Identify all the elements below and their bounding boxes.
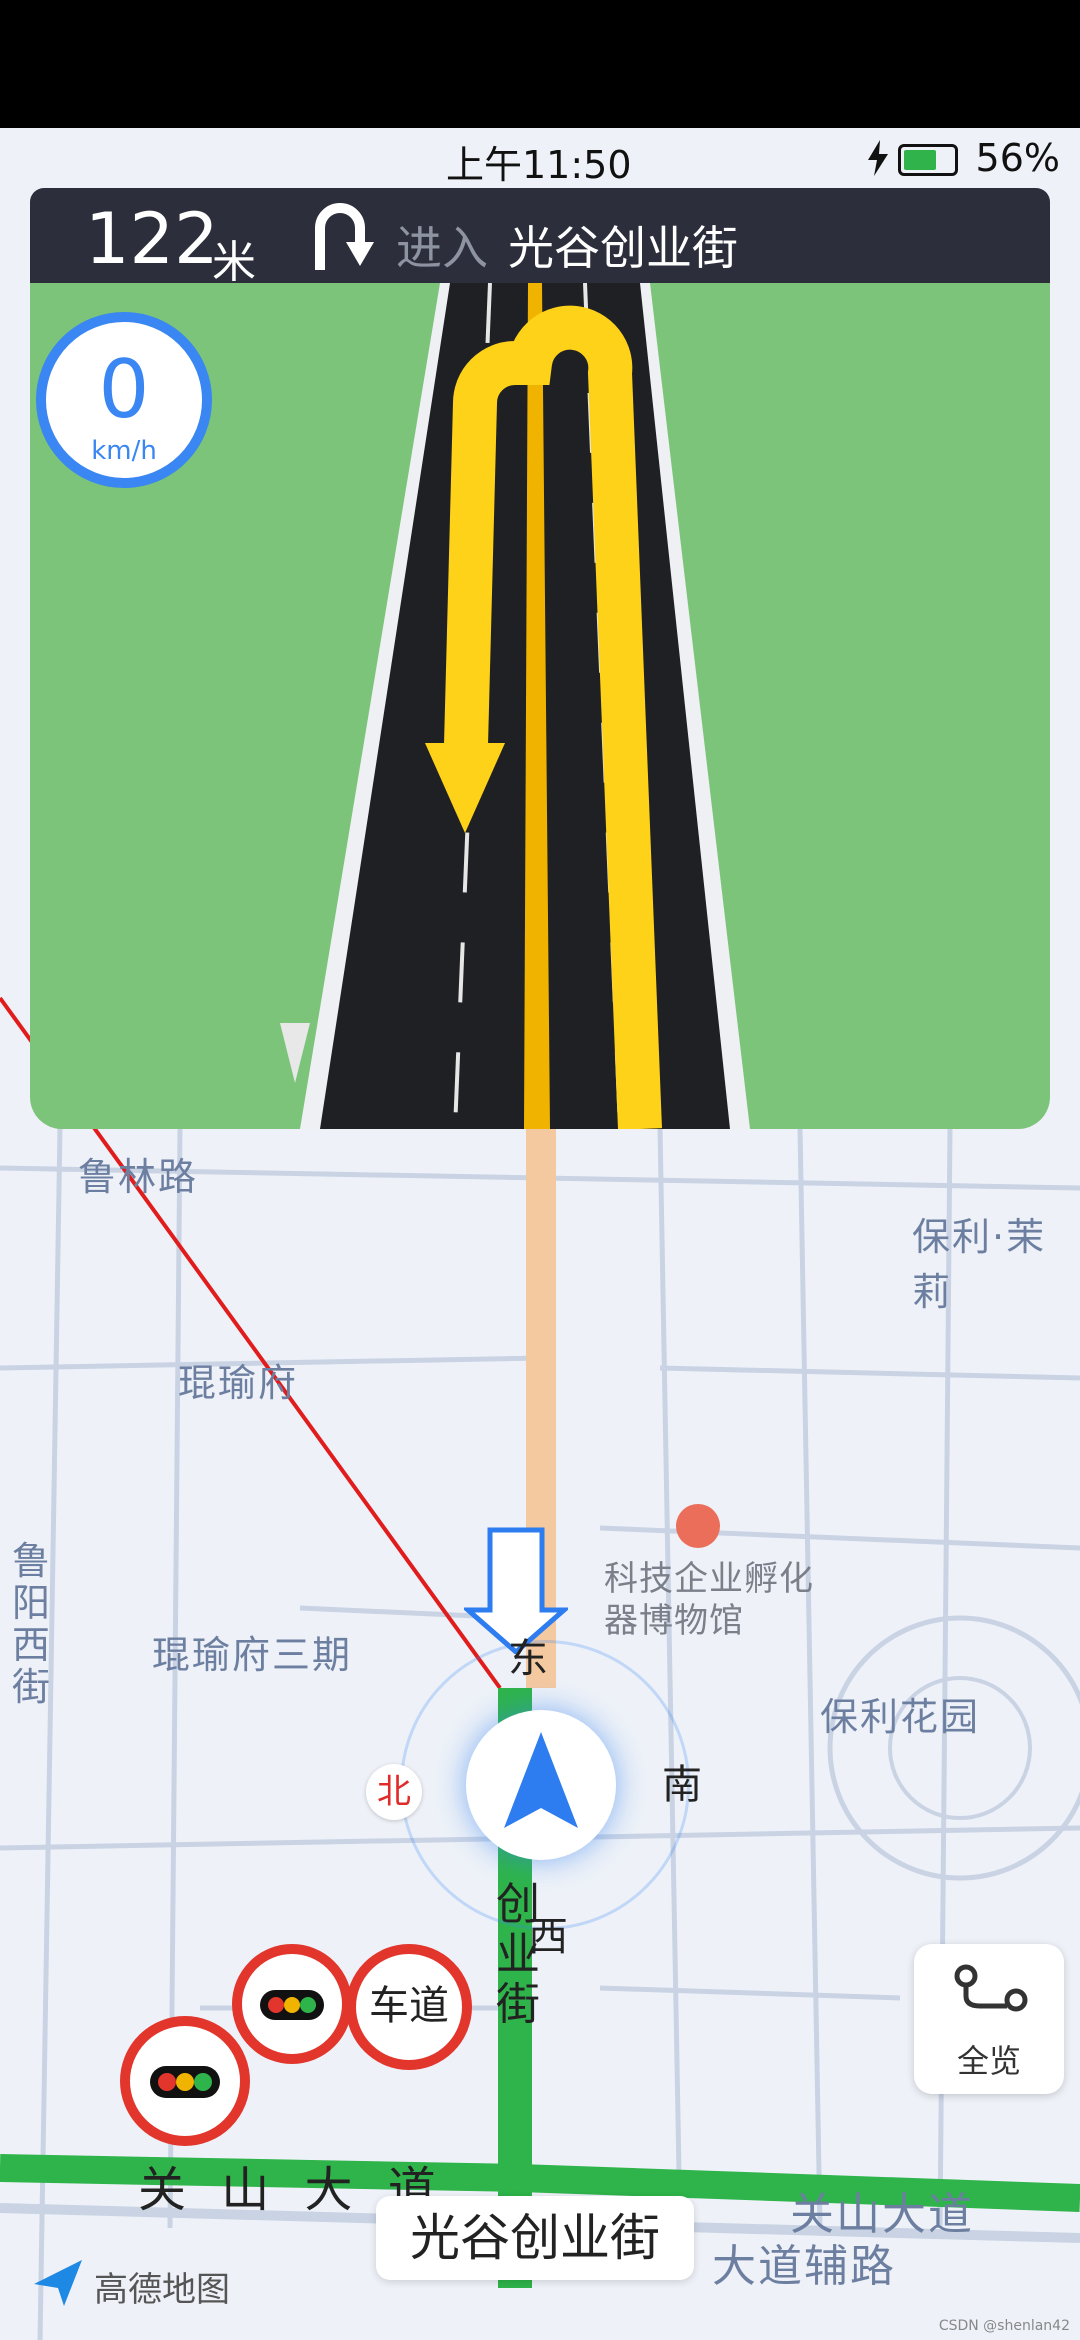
map-label-poi[interactable]: 科技企业孵化器博物馆	[604, 1558, 834, 1642]
charging-icon	[866, 140, 890, 176]
distance-value: 122	[85, 198, 219, 280]
map-label-place: 保利花园	[820, 1695, 981, 1739]
map-label-road-vertical: 鲁阳西街	[12, 1539, 53, 1709]
u-turn-icon	[310, 200, 376, 276]
watermark: CSDN @shenlan42	[938, 2318, 1070, 2334]
vehicle-marker	[466, 1710, 616, 1860]
compass-south: 南	[662, 1762, 702, 1808]
top-black-area	[0, 0, 1080, 128]
map-label-road: 鲁林路	[78, 1155, 199, 1199]
lane-badge[interactable]: 车道	[346, 1944, 472, 2070]
compass-west: 西	[528, 1914, 568, 1960]
museum-poi-icon[interactable]	[676, 1504, 720, 1548]
enter-label: 进入	[396, 221, 488, 275]
amap-logo-icon	[30, 2254, 86, 2310]
current-road-label: 光谷创业街	[376, 2196, 694, 2280]
map-label-place: 保利·茉莉	[912, 1215, 1047, 1314]
overview-label: 全览	[956, 2042, 1021, 2080]
distance-unit: 米	[212, 237, 256, 288]
navigation-arrow-icon	[504, 1732, 578, 1828]
logo-text: 高德地图	[94, 2270, 230, 2310]
traffic-light-badge[interactable]	[120, 2016, 250, 2146]
compass-east: 东	[508, 1636, 548, 1682]
overview-button[interactable]: 全览	[914, 1944, 1064, 2094]
battery-percent: 56%	[975, 136, 1060, 180]
speed-unit: km/h	[91, 436, 157, 466]
speed-value: 0	[98, 343, 150, 436]
map-label-place: 琨瑜府三期	[152, 1633, 353, 1677]
map-label-road: 大道辅路	[712, 2241, 896, 2292]
compass-north: 北	[366, 1764, 422, 1820]
traffic-light-badge[interactable]	[232, 1944, 352, 2064]
map-label-place: 琨瑜府	[178, 1361, 299, 1405]
next-road-name: 光谷创业街	[508, 221, 738, 275]
status-time: 上午11:50	[446, 143, 632, 187]
route-overview-icon	[954, 1964, 1028, 2012]
battery-icon	[898, 144, 958, 176]
speed-indicator: 0 km/h	[36, 312, 212, 488]
